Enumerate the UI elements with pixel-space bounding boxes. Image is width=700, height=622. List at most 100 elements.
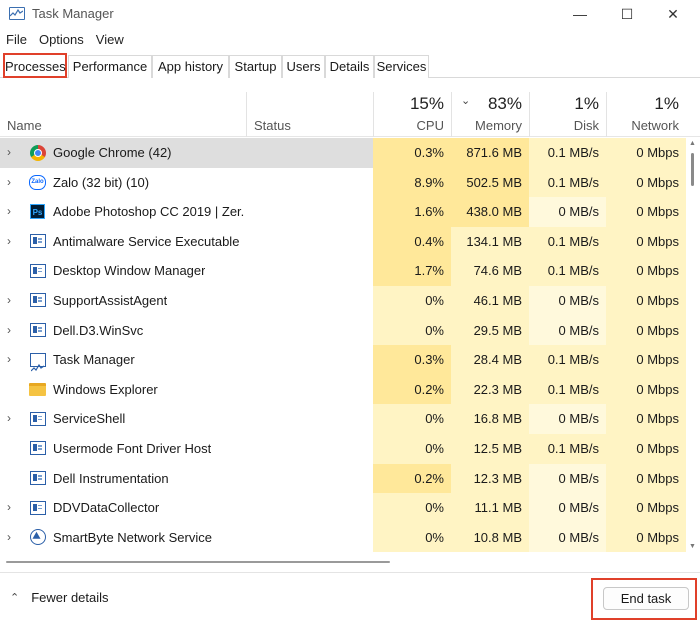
- cell-status: [246, 197, 373, 227]
- cell-network: 0 Mbps: [606, 197, 686, 227]
- cell-disk: 0 MB/s: [529, 315, 606, 346]
- process-name: ServiceShell: [53, 411, 126, 427]
- menu-file[interactable]: File: [0, 30, 33, 50]
- process-name: Zalo (32 bit) (10): [53, 174, 150, 190]
- column-label-memory: Memory: [475, 118, 522, 133]
- photoshop-icon: Ps: [29, 203, 46, 220]
- vertical-scrollbar[interactable]: ▲ ▼: [686, 138, 700, 552]
- tab-services[interactable]: Services: [374, 55, 429, 78]
- chevron-right-icon[interactable]: ›: [7, 316, 17, 346]
- chevron-right-icon[interactable]: ›: [7, 493, 17, 523]
- table-row[interactable]: › DDVDataCollector 0% 11.1 MB 0 MB/s 0 Mbps: [0, 493, 686, 523]
- chevron-right-icon[interactable]: ›: [7, 227, 17, 257]
- chevron-right-icon[interactable]: ›: [7, 523, 17, 553]
- cell-cpu: 0%: [373, 433, 451, 464]
- service-window-icon: [29, 262, 46, 279]
- cell-cpu: 1.6%: [373, 197, 451, 227]
- fewer-details-label: Fewer details: [31, 590, 109, 605]
- cell-network: 0 Mbps: [606, 463, 686, 494]
- cell-name: Desktop Window Manager: [0, 256, 246, 286]
- horizontal-scroll-thumb[interactable]: [6, 561, 390, 563]
- tab-startup[interactable]: Startup: [229, 55, 282, 78]
- table-row[interactable]: › SupportAssistAgent 0% 46.1 MB 0 MB/s 0 Mbps: [0, 285, 686, 316]
- scroll-up-arrow-icon[interactable]: ▲: [689, 140, 696, 147]
- table-row[interactable]: › Zalo Zalo (32 bit) (10) 8.9% 502.5 MB 0.1 M…: [0, 167, 686, 198]
- horizontal-scrollbar[interactable]: [0, 557, 700, 567]
- task-manager-icon: [29, 351, 46, 372]
- cell-status: [246, 316, 373, 346]
- process-name: Windows Explorer: [53, 381, 158, 397]
- process-name: Desktop Window Manager: [53, 263, 206, 279]
- table-row[interactable]: › Antimalware Service Executable 0.4% 134.1…: [0, 226, 686, 257]
- chevron-right-icon[interactable]: ›: [7, 197, 17, 227]
- title-bar[interactable]: Task Manager — ☐ ✕: [0, 0, 700, 28]
- cell-status: [246, 493, 373, 523]
- cell-status: [246, 286, 373, 316]
- chevron-right-icon[interactable]: ›: [7, 138, 17, 168]
- cell-name: › Google Chrome (42): [0, 138, 246, 168]
- cell-status: [246, 256, 373, 286]
- chevron-right-icon[interactable]: ›: [7, 168, 17, 198]
- column-header-memory[interactable]: ⌄ 83% Memory: [451, 92, 529, 137]
- service-window-icon: [29, 410, 46, 427]
- end-task-button[interactable]: End task: [603, 587, 689, 610]
- cell-status: [246, 168, 373, 198]
- column-label-cpu: CPU: [416, 118, 444, 133]
- table-row[interactable]: › Dell.D3.WinSvc 0% 29.5 MB 0 MB/s 0 Mbps: [0, 315, 686, 346]
- cell-disk: 0 MB/s: [529, 463, 606, 494]
- cell-cpu: 1.7%: [373, 256, 451, 286]
- cell-memory: 134.1 MB: [451, 226, 529, 257]
- table-row[interactable]: › Task Manager 0.3% 28.4 MB 0.1 MB/s 0 Mbps: [0, 345, 686, 375]
- maximize-button[interactable]: ☐: [604, 0, 650, 28]
- tab-app-history[interactable]: App history: [152, 55, 229, 78]
- cell-cpu: 0%: [373, 315, 451, 346]
- cell-cpu: 0%: [373, 522, 451, 553]
- table-row[interactable]: Usermode Font Driver Host 0% 12.5 MB 0.1 MB…: [0, 433, 686, 464]
- column-header-disk[interactable]: 1% Disk: [529, 92, 606, 137]
- tab-processes[interactable]: Processes: [3, 53, 67, 78]
- cell-disk: 0.1 MB/s: [529, 345, 606, 375]
- cell-name: Windows Explorer: [0, 375, 246, 405]
- fewer-details-toggle[interactable]: ⌃ Fewer details: [10, 590, 109, 605]
- vertical-scroll-thumb[interactable]: [691, 153, 694, 186]
- table-row[interactable]: › ServiceShell 0% 16.8 MB 0 MB/s 0 Mbps: [0, 404, 686, 434]
- cell-cpu: 0.3%: [373, 345, 451, 375]
- window-title: Task Manager: [32, 6, 114, 21]
- table-row[interactable]: › SmartByte Network Service 0% 10.8 MB 0 MB/…: [0, 522, 686, 553]
- task-manager-app-icon: [9, 7, 25, 20]
- scroll-down-arrow-icon[interactable]: ▼: [689, 543, 696, 550]
- process-list: › Google Chrome (42) 0.3% 871.6 MB 0.1 MB/s 0…: [0, 138, 686, 553]
- cell-memory: 12.3 MB: [451, 463, 529, 494]
- minimize-button[interactable]: —: [557, 0, 603, 28]
- table-row[interactable]: Windows Explorer 0.2% 22.3 MB 0.1 MB/s 0 Mbp…: [0, 374, 686, 405]
- table-row[interactable]: Desktop Window Manager 1.7% 74.6 MB 0.1 MB/…: [0, 256, 686, 286]
- cell-memory: 871.6 MB: [451, 138, 529, 168]
- column-header-name[interactable]: Name: [0, 92, 246, 137]
- process-name: Dell Instrumentation: [53, 470, 169, 486]
- cell-memory: 46.1 MB: [451, 285, 529, 316]
- tab-performance[interactable]: Performance: [68, 55, 152, 78]
- column-header-cpu[interactable]: 15% CPU: [373, 92, 451, 137]
- column-header-status[interactable]: Status: [246, 92, 373, 137]
- cell-cpu: 0.2%: [373, 374, 451, 405]
- table-row[interactable]: › Google Chrome (42) 0.3% 871.6 MB 0.1 MB/s 0…: [0, 138, 686, 168]
- cell-memory: 22.3 MB: [451, 374, 529, 405]
- chevron-up-icon: ⌃: [10, 592, 20, 604]
- tab-details[interactable]: Details: [325, 55, 374, 78]
- process-name: DDVDataCollector: [53, 500, 160, 516]
- tab-users[interactable]: Users: [282, 55, 325, 78]
- close-button[interactable]: ✕: [650, 0, 696, 28]
- table-row[interactable]: › Ps Adobe Photoshop CC 2019 | Zer... 1.6% 4…: [0, 197, 686, 227]
- menu-bar: File Options View: [0, 30, 130, 50]
- table-row[interactable]: Dell Instrumentation 0.2% 12.3 MB 0 MB/s 0 M…: [0, 463, 686, 494]
- cell-memory: 12.5 MB: [451, 433, 529, 464]
- cell-network: 0 Mbps: [606, 167, 686, 198]
- menu-view[interactable]: View: [90, 30, 130, 50]
- chevron-right-icon[interactable]: ›: [7, 286, 17, 316]
- menu-options[interactable]: Options: [33, 30, 90, 50]
- chevron-right-icon[interactable]: ›: [7, 345, 17, 375]
- table-header: Name Status 15% CPU ⌄ 83% Memory 1% Disk…: [0, 92, 700, 137]
- column-header-network[interactable]: 1% Network: [606, 92, 700, 137]
- chevron-right-icon[interactable]: ›: [7, 404, 17, 434]
- cell-cpu: 8.9%: [373, 167, 451, 198]
